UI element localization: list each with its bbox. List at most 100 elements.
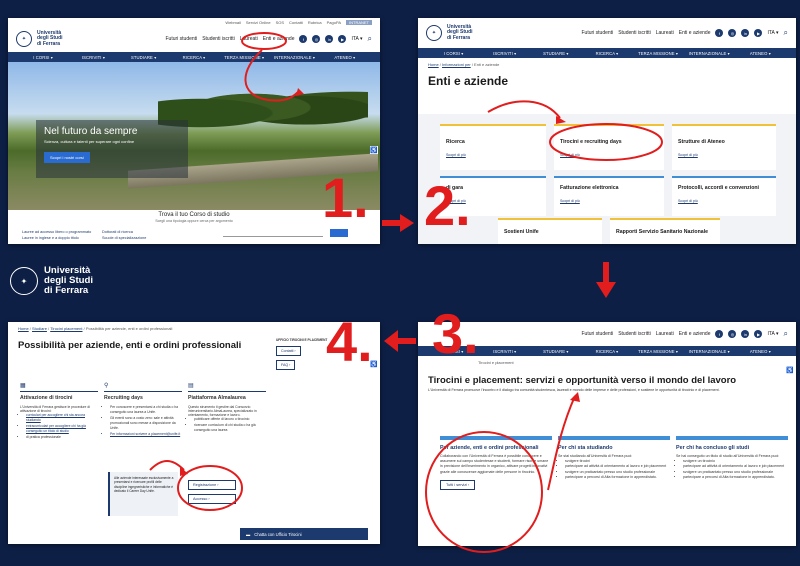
card-title: Ricerca [446, 139, 465, 145]
nav-menu-item[interactable]: I CORSI ▾ [428, 51, 479, 56]
card-tirocini[interactable]: Tirocini e recruiting days Scopri di più [554, 124, 664, 170]
faq-button[interactable]: FAQ › [276, 360, 296, 370]
access-button[interactable]: Accesso › [188, 494, 236, 504]
intranet-button[interactable]: INTRANET [346, 19, 372, 25]
nav-menu-item[interactable]: ISCRIVITI ▾ [479, 51, 530, 56]
youtube-icon[interactable]: ▶ [754, 29, 763, 37]
nav-menu-item[interactable]: TERZA MISSIONE ▾ [633, 349, 684, 354]
course-type-link[interactable]: Dottorati di ricerca [102, 230, 182, 234]
nav-link-enti-aziende[interactable]: Enti e aziende [263, 36, 295, 42]
nav-link-studenti-iscritti[interactable]: Studenti iscritti [618, 331, 651, 337]
course-type-link[interactable]: Lauree ad accesso libero o programmato [22, 230, 102, 234]
card-fatturazione[interactable]: Fatturazione elettronica Scopri di più [554, 176, 664, 216]
nav-link-laureati[interactable]: Laureati [240, 36, 258, 42]
card-more-link[interactable]: Scopri di più [446, 153, 540, 157]
nav-menu-item[interactable]: RICERCA ▾ [581, 349, 632, 354]
nav-menu-item[interactable]: I CORSI ▾ [18, 55, 68, 60]
course-search-button[interactable] [330, 229, 348, 237]
nav-link-futuri-studenti[interactable]: Futuri studenti [166, 36, 198, 42]
breadcrumb-link[interactable]: Informazioni per [442, 62, 471, 67]
registration-button[interactable]: Registrazione › [188, 480, 236, 490]
nav-menu-item[interactable]: STUDIARE ▾ [530, 51, 581, 56]
card-sostieni[interactable]: Sostieni Unife [498, 218, 602, 244]
nav-menu-item[interactable]: ISCRIVITI ▾ [479, 349, 530, 354]
card-rapporti-ssn[interactable]: Rapporti Servizio Sanitario Nazionale [610, 218, 720, 244]
card-more-link[interactable]: Scopri di più [678, 153, 770, 157]
facebook-icon[interactable]: f [299, 35, 308, 43]
utility-link[interactable]: PagoPA [327, 20, 341, 25]
nav-link-studenti-iscritti[interactable]: Studenti iscritti [618, 30, 651, 36]
utility-link[interactable]: SOS [276, 20, 284, 25]
list-link[interactable]: extracurriculari per accogliere chi ha g… [26, 424, 98, 434]
site-header: ✦ Università degli Studi di Ferrara Futu… [8, 26, 380, 52]
utility-link[interactable]: Contatti [289, 20, 303, 25]
nav-menu-item[interactable]: TERZA MISSIONE ▾ [633, 51, 684, 56]
nav-link-futuri-studenti[interactable]: Futuri studenti [582, 30, 614, 36]
utility-link[interactable]: Servizi Online [246, 20, 271, 25]
linkedin-icon[interactable]: in [325, 35, 334, 43]
search-icon[interactable]: ⌕ [784, 329, 788, 339]
nav-link-laureati[interactable]: Laureati [656, 30, 674, 36]
breadcrumb-link[interactable]: Home [428, 62, 439, 67]
nav-menu-item[interactable]: STUDIARE ▾ [119, 55, 169, 60]
card-protocolli[interactable]: Protocolli, accordi e convenzioni Scopri… [672, 176, 776, 216]
nav-menu-item[interactable]: INTERNAZIONALE ▾ [269, 55, 319, 60]
search-icon[interactable]: ⌕ [784, 28, 788, 38]
list-link[interactable]: curriculari per accogliere chi sta ancor… [26, 413, 98, 423]
hero-cta-button[interactable]: Scopri i nostri corsi [44, 152, 90, 163]
nav-menu-item[interactable]: RICERCA ▾ [581, 51, 632, 56]
breadcrumb-link[interactable]: Home [18, 326, 29, 331]
accessibility-icon[interactable]: ♿ [786, 366, 794, 374]
instagram-icon[interactable]: ◎ [728, 29, 737, 37]
youtube-icon[interactable]: ▶ [338, 35, 347, 43]
page-intro: L'Università di Ferrara promuove l'incon… [428, 388, 720, 392]
language-select[interactable]: ITA ▾ [767, 331, 778, 337]
course-type-link[interactable]: Scuole di specializzazione [102, 236, 182, 240]
career-day-note: Alle aziende interessate esclusivamente … [108, 472, 178, 516]
linkedin-icon[interactable]: in [741, 330, 750, 338]
contacts-button[interactable]: Contatti › [276, 346, 301, 356]
university-logo-text[interactable]: Università degli Studi di Ferrara [37, 30, 77, 47]
nav-link-futuri-studenti[interactable]: Futuri studenti [582, 331, 614, 337]
nav-link-enti-aziende[interactable]: Enti e aziende [679, 30, 711, 36]
accessibility-icon[interactable]: ♿ [370, 146, 378, 154]
chat-button[interactable]: ▬ Chatta con Ufficio Tirocini [240, 528, 368, 540]
list-item: partecipare ad attività di orientamento … [683, 464, 788, 469]
card-ricerca[interactable]: Ricerca Scopri di più [440, 124, 546, 170]
nav-menu-item[interactable]: INTERNAZIONALE ▾ [684, 51, 735, 56]
search-icon[interactable]: ⌕ [368, 34, 372, 44]
nav-menu-item[interactable]: INTERNAZIONALE ▾ [684, 349, 735, 354]
card-more-link[interactable]: Scopri di più [560, 153, 658, 157]
instagram-icon[interactable]: ◎ [728, 330, 737, 338]
nav-menu-item[interactable]: RICERCA ▾ [169, 55, 219, 60]
language-select[interactable]: ITA ▾ [767, 30, 778, 36]
language-select[interactable]: ITA ▾ [351, 36, 362, 42]
instagram-icon[interactable]: ◎ [312, 35, 321, 43]
card-more-link[interactable]: Scopri di più [678, 199, 770, 203]
all-services-button[interactable]: Tutti i servizi › [440, 479, 476, 490]
course-type-link[interactable]: Lauree in inglese e a doppio titolo [22, 236, 102, 240]
course-search-input[interactable] [223, 229, 323, 237]
list-link[interactable]: Per informazioni scrivere a placement@un… [110, 432, 182, 437]
card-more-link[interactable]: Scopri di più [560, 199, 658, 203]
breadcrumb-link[interactable]: Studiare [32, 326, 47, 331]
nav-menu-item[interactable]: ATENEO ▾ [320, 55, 370, 60]
nav-menu-item[interactable]: STUDIARE ▾ [530, 349, 581, 354]
linkedin-icon[interactable]: in [741, 29, 750, 37]
utility-link[interactable]: Webmail [225, 20, 241, 25]
breadcrumb-link[interactable]: Tirocini placement [50, 326, 82, 331]
facebook-icon[interactable]: f [715, 29, 724, 37]
nav-link-laureati[interactable]: Laureati [656, 331, 674, 337]
nav-menu-item[interactable]: ISCRIVITI ▾ [68, 55, 118, 60]
utility-link[interactable]: Rubrica [308, 20, 322, 25]
youtube-icon[interactable]: ▶ [754, 330, 763, 338]
nav-menu-item[interactable]: ATENEO ▾ [735, 51, 786, 56]
university-logo-text[interactable]: Università degli Studi di Ferrara [447, 24, 487, 41]
nav-menu-item[interactable]: ATENEO ▾ [735, 349, 786, 354]
nav-menu-item[interactable]: TERZA MISSIONE ▾ [219, 55, 269, 60]
nav-link-enti-aziende[interactable]: Enti e aziende [679, 331, 711, 337]
column-title: Attivazione di tirocini [20, 391, 98, 401]
nav-link-studenti-iscritti[interactable]: Studenti iscritti [202, 36, 235, 42]
card-strutture[interactable]: Strutture di Ateneo Scopri di più [672, 124, 776, 170]
facebook-icon[interactable]: f [715, 330, 724, 338]
